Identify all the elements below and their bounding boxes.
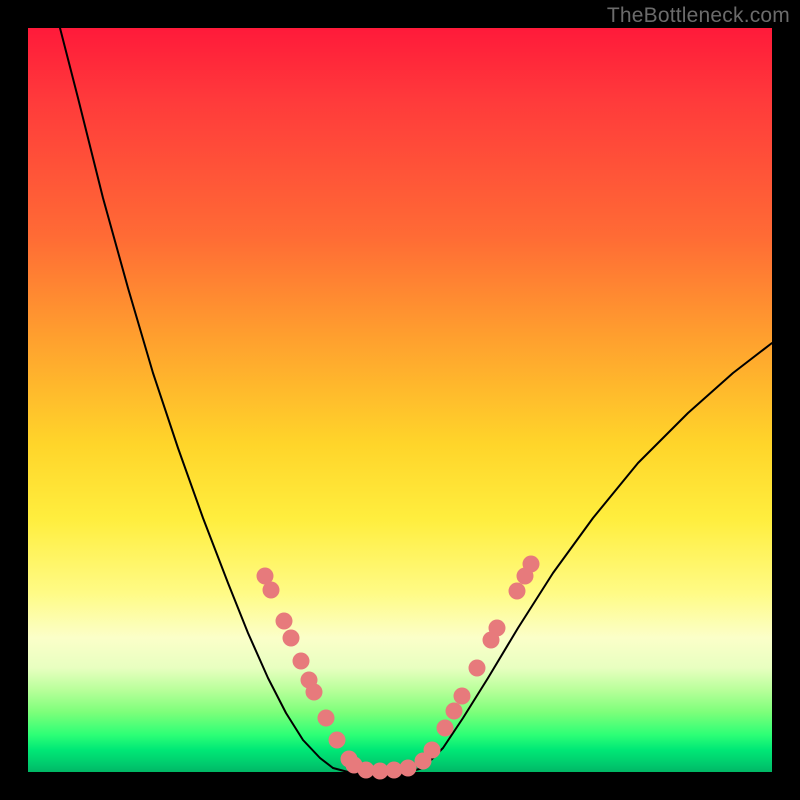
salmon-dot-group (257, 556, 540, 780)
data-dot (293, 653, 310, 670)
data-dot (437, 720, 454, 737)
data-dot (283, 630, 300, 647)
outer-black-frame: TheBottleneck.com (0, 0, 800, 800)
chart-svg (28, 28, 772, 772)
data-dot (446, 703, 463, 720)
data-dot (329, 732, 346, 749)
curve-right-branch (423, 343, 772, 768)
data-dot (306, 684, 323, 701)
watermark-text: TheBottleneck.com (607, 4, 790, 28)
data-dot (523, 556, 540, 573)
data-dot (509, 583, 526, 600)
data-dot (424, 742, 441, 759)
data-dot (263, 582, 280, 599)
curve-left-branch (60, 28, 333, 768)
data-dot (454, 688, 471, 705)
data-dot (276, 613, 293, 630)
data-dot (318, 710, 335, 727)
data-dot (469, 660, 486, 677)
data-dot (400, 760, 417, 777)
data-dot (489, 620, 506, 637)
gradient-plot-area (28, 28, 772, 772)
